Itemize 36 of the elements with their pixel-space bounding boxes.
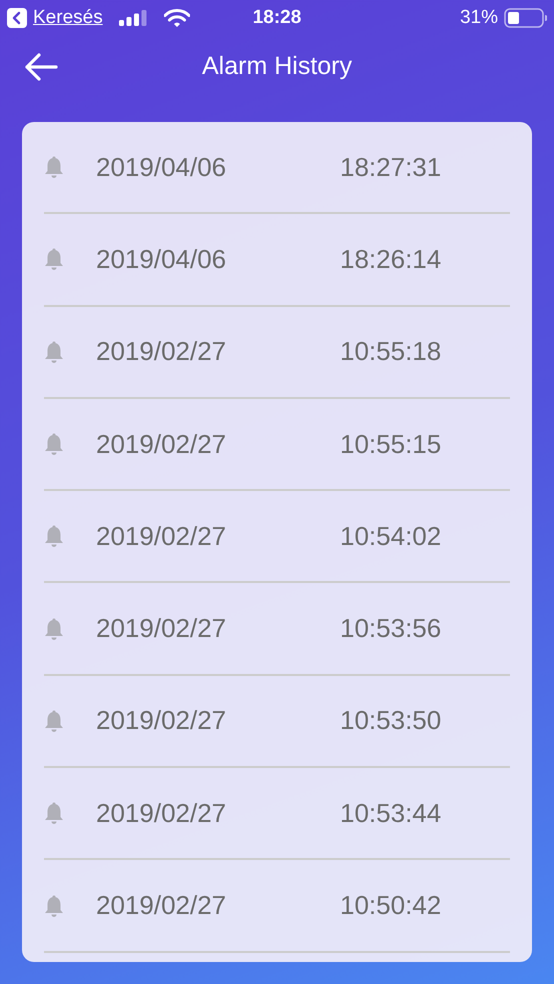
bell-icon	[44, 524, 64, 548]
alarm-time: 10:54:02	[340, 520, 442, 553]
alarm-date: 2019/02/27	[96, 335, 228, 368]
alarm-time: 10:55:15	[340, 428, 442, 461]
status-time: 18:28	[252, 6, 302, 30]
battery-percentage: 31%	[460, 6, 498, 30]
alarm-date: 2019/04/06	[96, 242, 228, 276]
back-arrow-icon[interactable]	[24, 53, 58, 81]
signal-icon	[118, 10, 148, 26]
back-chevron-icon[interactable]	[7, 8, 27, 28]
bell-icon	[44, 616, 64, 641]
bell-icon	[44, 155, 64, 180]
bell-icon	[44, 247, 64, 272]
alarm-time: 18:27:31	[340, 150, 442, 184]
back-to-app-link[interactable]: Keresés	[33, 4, 103, 32]
bell-icon	[44, 340, 64, 364]
alarm-time: 10:53:44	[340, 796, 442, 830]
battery-icon	[504, 8, 547, 28]
alarm-date: 2019/02/27	[96, 889, 228, 922]
wifi-icon	[164, 8, 190, 28]
alarm-time: 10:55:18	[340, 335, 442, 368]
page-title: Alarm History	[202, 51, 352, 82]
alarm-date: 2019/02/27	[96, 612, 228, 646]
alarm-time: 10:53:50	[340, 704, 442, 738]
alarm-date: 2019/02/27	[96, 796, 228, 830]
bell-icon	[44, 708, 64, 733]
alarm-time: 10:53:56	[340, 612, 442, 646]
alarm-date: 2019/02/27	[96, 704, 228, 738]
alarm-date: 2019/02/27	[96, 520, 228, 553]
bell-icon	[44, 894, 64, 918]
alarm-time: 10:50:42	[340, 889, 442, 922]
alarm-date: 2019/04/06	[96, 150, 228, 184]
alarm-time: 18:26:14	[340, 242, 442, 276]
bell-icon	[44, 432, 64, 456]
alarm-date: 2019/02/27	[96, 428, 228, 461]
bell-icon	[44, 801, 64, 826]
